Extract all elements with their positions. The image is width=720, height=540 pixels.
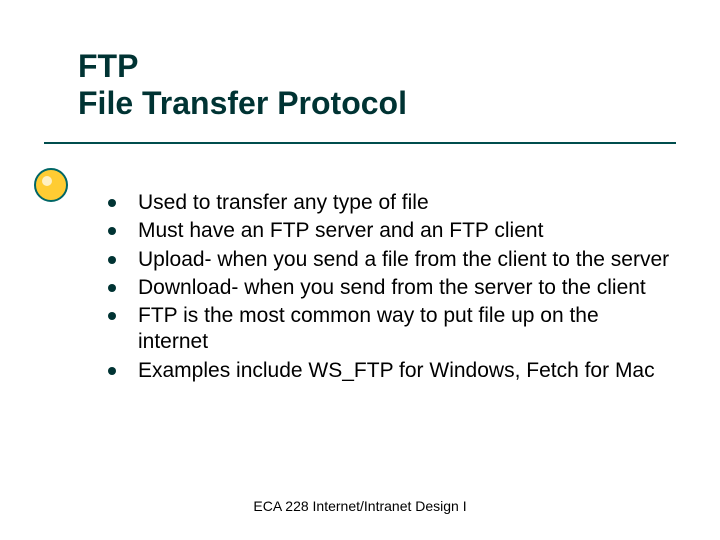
bullet-text: Upload- when you send a file from the cl… bbox=[138, 247, 670, 273]
list-item: Examples include WS_FTP for Windows, Fet… bbox=[108, 358, 670, 384]
bullet-icon bbox=[108, 256, 116, 264]
list-item: Upload- when you send a file from the cl… bbox=[108, 247, 670, 273]
accent-circle-icon bbox=[34, 168, 68, 202]
bullet-text: Download- when you send from the server … bbox=[138, 275, 670, 301]
title-line-2: File Transfer Protocol bbox=[78, 85, 658, 122]
slide: FTP File Transfer Protocol Used to trans… bbox=[0, 0, 720, 540]
slide-title: FTP File Transfer Protocol bbox=[78, 48, 658, 122]
bullet-text: Examples include WS_FTP for Windows, Fet… bbox=[138, 358, 670, 384]
bullet-text: Must have an FTP server and an FTP clien… bbox=[138, 218, 670, 244]
bullet-icon bbox=[108, 199, 116, 207]
title-underline bbox=[44, 142, 676, 144]
list-item: Must have an FTP server and an FTP clien… bbox=[108, 218, 670, 244]
bullet-text: Used to transfer any type of file bbox=[138, 190, 670, 216]
list-item: Used to transfer any type of file bbox=[108, 190, 670, 216]
bullet-icon bbox=[108, 284, 116, 292]
bullet-icon bbox=[108, 227, 116, 235]
list-item: Download- when you send from the server … bbox=[108, 275, 670, 301]
list-item: FTP is the most common way to put file u… bbox=[108, 303, 670, 356]
slide-footer: ECA 228 Internet/Intranet Design I bbox=[0, 498, 720, 514]
bullet-list: Used to transfer any type of file Must h… bbox=[108, 190, 670, 386]
bullet-icon bbox=[108, 312, 116, 320]
bullet-text: FTP is the most common way to put file u… bbox=[138, 303, 670, 356]
bullet-icon bbox=[108, 367, 116, 375]
title-line-1: FTP bbox=[78, 48, 658, 85]
